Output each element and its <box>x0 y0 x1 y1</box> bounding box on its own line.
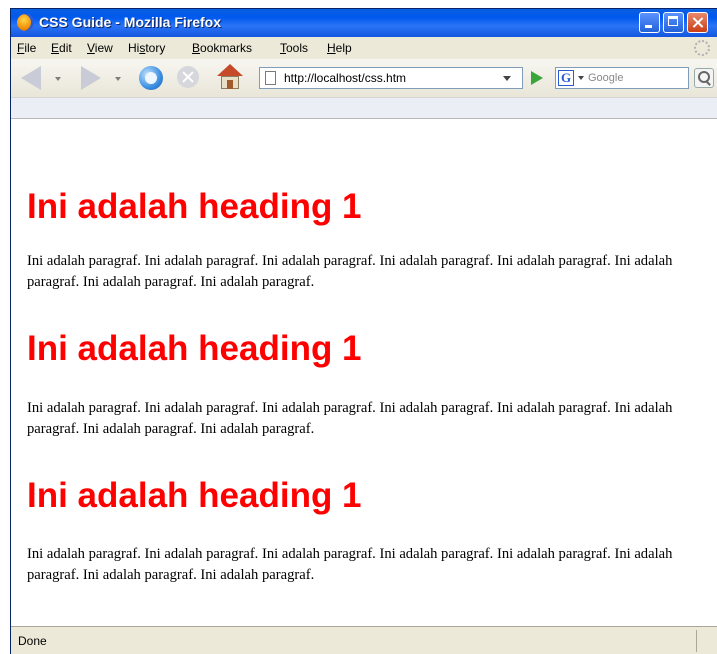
url-text[interactable]: http://localhost/css.htm <box>284 71 406 85</box>
minimize-button[interactable] <box>639 12 660 33</box>
home-door <box>227 80 233 89</box>
go-arrow-icon[interactable] <box>531 71 543 85</box>
menu-history[interactable]: History <box>128 41 165 55</box>
close-button[interactable] <box>687 12 708 33</box>
heading-1: Ini adalah heading 1 <box>27 187 362 226</box>
menu-tools[interactable]: Tools <box>280 41 308 55</box>
google-engine-icon[interactable]: G <box>558 70 574 86</box>
menu-tools-label: ools <box>286 41 309 55</box>
menu-help-label: elp <box>335 41 352 55</box>
menu-view-key: V <box>87 41 95 55</box>
forward-history-chevron-icon[interactable] <box>115 77 121 81</box>
page-icon <box>265 71 276 85</box>
search-placeholder: Google <box>588 72 624 84</box>
status-divider <box>696 630 697 652</box>
maximize-button[interactable] <box>663 12 684 33</box>
menu-history-pre: Hi <box>128 41 140 55</box>
menu-help-key: H <box>327 41 336 55</box>
page-content: Ini adalah heading 1 Ini adalah paragraf… <box>11 119 717 626</box>
paragraph-3: Ini adalah paragraf. Ini adalah paragraf… <box>27 546 673 583</box>
menu-bookmarks-label: ookmarks <box>200 41 253 55</box>
home-roof <box>217 64 243 76</box>
url-dropdown-chevron-icon[interactable] <box>503 76 511 81</box>
back-arrow-icon[interactable] <box>21 66 41 90</box>
heading-3: Ini adalah heading 1 <box>27 476 362 515</box>
home-icon[interactable] <box>217 64 243 90</box>
menu-view[interactable]: View <box>87 41 113 55</box>
heading-2: Ini adalah heading 1 <box>27 329 362 368</box>
back-history-chevron-icon[interactable] <box>55 77 61 81</box>
menu-bookmarks-key: B <box>192 41 201 55</box>
menu-history-label: tory <box>145 41 166 55</box>
menu-view-label: iew <box>94 41 113 55</box>
navigation-toolbar: http://localhost/css.htm G Google <box>11 59 717 97</box>
paragraph-2: Ini adalah paragraf. Ini adalah paragraf… <box>27 400 673 437</box>
menu-edit[interactable]: Edit <box>51 41 72 55</box>
menu-file-label: ile <box>24 41 37 55</box>
menu-help[interactable]: Help <box>327 41 352 55</box>
title-bar[interactable]: CSS Guide - Mozilla Firefox <box>11 9 717 37</box>
menu-edit-label: dit <box>59 41 72 55</box>
menu-bookmarks[interactable]: Bookmarks <box>192 41 252 55</box>
reload-icon[interactable] <box>139 66 163 90</box>
status-text: Done <box>18 634 47 648</box>
menu-edit-key: E <box>51 41 60 55</box>
bookmarks-toolbar <box>11 97 717 119</box>
url-input[interactable]: http://localhost/css.htm <box>259 67 523 89</box>
status-bar: Done <box>11 626 717 654</box>
stop-icon[interactable] <box>177 66 199 88</box>
paragraph-1: Ini adalah paragraf. Ini adalah paragraf… <box>27 253 673 290</box>
window-title: CSS Guide - Mozilla Firefox <box>39 14 222 30</box>
engine-dropdown-chevron-icon[interactable] <box>578 76 584 80</box>
search-magnifier-icon[interactable] <box>694 68 714 88</box>
menu-bar: File Edit View History Bookmarks Tools H… <box>11 37 717 59</box>
search-input[interactable]: G Google <box>555 67 689 89</box>
forward-arrow-icon[interactable] <box>81 66 101 90</box>
browser-window: CSS Guide - Mozilla Firefox File Edit Vi… <box>10 8 717 654</box>
activity-throbber-icon <box>694 40 710 56</box>
firefox-logo-icon <box>17 14 34 31</box>
menu-file[interactable]: File <box>17 41 36 55</box>
